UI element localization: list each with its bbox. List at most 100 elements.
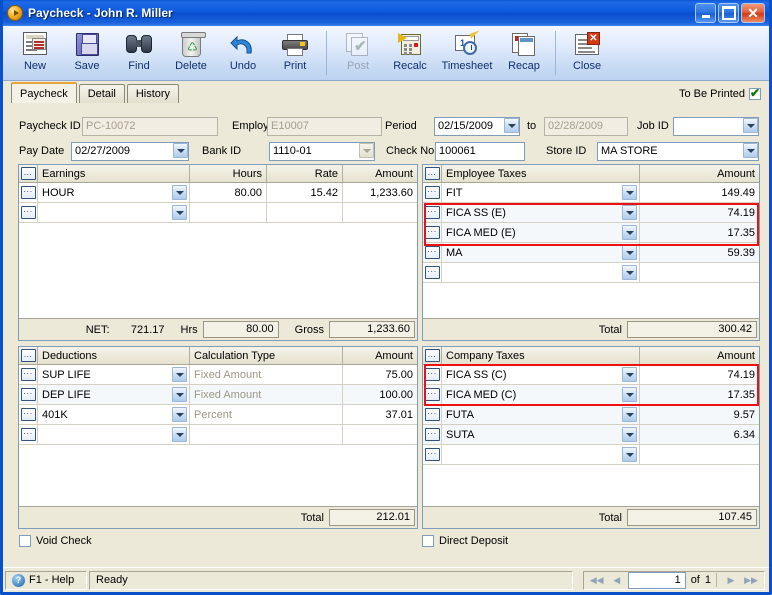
company-tax-cell-name[interactable]: FICA SS (C) [442, 365, 640, 384]
void-check-checkbox[interactable] [19, 535, 31, 547]
company-tax-cell-amount[interactable] [640, 445, 759, 464]
company-tax-dropdown-icon[interactable] [622, 367, 637, 382]
earnings-col-name[interactable]: Earnings [38, 165, 190, 182]
minimize-button[interactable] [695, 3, 716, 23]
company-tax-cell-name[interactable]: FUTA [442, 405, 640, 424]
company-tax-cell-amount[interactable]: 17.35 [640, 385, 759, 404]
employee-tax-dropdown-icon[interactable] [622, 205, 637, 220]
deduction-dropdown-icon[interactable] [172, 367, 187, 382]
company-tax-cell-name[interactable]: FICA MED (C) [442, 385, 640, 404]
row-select-button[interactable]: ··· [19, 385, 38, 404]
nav-prev-icon[interactable]: ◀ [608, 573, 626, 588]
table-row[interactable]: ··· [19, 425, 417, 445]
earnings-cell-amount[interactable] [343, 203, 417, 222]
toolbar-button-delete[interactable]: ♺ Delete [165, 28, 217, 79]
tab-detail[interactable]: Detail [78, 84, 125, 103]
nav-next-icon[interactable]: ▶ [722, 573, 740, 588]
table-row[interactable]: ··· [423, 263, 759, 283]
deductions-select-all-button[interactable]: ... [19, 347, 38, 364]
company-taxes-col-amount[interactable]: Amount [640, 347, 759, 364]
nav-last-icon[interactable]: ▶▶ [742, 573, 760, 588]
row-select-button[interactable]: ··· [19, 203, 38, 222]
toolbar-button-recap[interactable]: Recap [498, 28, 550, 79]
earnings-cell-name[interactable]: HOUR [38, 183, 190, 202]
check-no-field[interactable]: 100061 [435, 142, 525, 161]
table-row[interactable]: ··· MA 59.39 [423, 243, 759, 263]
employee-tax-cell-name[interactable] [442, 263, 640, 282]
company-tax-dropdown-icon[interactable] [622, 447, 637, 462]
company-taxes-select-all-button[interactable]: ... [423, 347, 442, 364]
tab-paycheck[interactable]: Paycheck [11, 82, 77, 103]
employee-tax-dropdown-icon[interactable] [622, 185, 637, 200]
company-tax-cell-name[interactable]: SUTA [442, 425, 640, 444]
company-tax-cell-name[interactable] [442, 445, 640, 464]
company-tax-cell-amount[interactable]: 9.57 [640, 405, 759, 424]
earnings-select-all-button[interactable]: ... [19, 165, 38, 182]
toolbar-button-timesheet[interactable]: 1 Timesheet [436, 28, 498, 79]
toolbar-button-undo[interactable]: Undo [217, 28, 269, 79]
deduction-cell-name[interactable]: 401K [38, 405, 190, 424]
employee-taxes-col-name[interactable]: Employee Taxes [442, 165, 640, 182]
toolbar-button-recalc[interactable]: Recalc [384, 28, 436, 79]
earnings-cell-hours[interactable]: 80.00 [190, 183, 267, 202]
deduction-cell-name[interactable] [38, 425, 190, 444]
employee-tax-dropdown-icon[interactable] [622, 225, 637, 240]
employee-taxes-select-all-button[interactable]: ... [423, 165, 442, 182]
row-select-button[interactable]: ··· [19, 183, 38, 202]
earnings-name-dropdown-icon[interactable] [172, 205, 187, 220]
employee-tax-dropdown-icon[interactable] [622, 265, 637, 280]
row-select-button[interactable]: ··· [423, 203, 442, 222]
deduction-dropdown-icon[interactable] [172, 387, 187, 402]
employee-tax-cell-name[interactable]: FICA SS (E) [442, 203, 640, 222]
store-id-field[interactable]: MA STORE [597, 142, 759, 161]
table-row[interactable]: ··· SUTA 6.34 [423, 425, 759, 445]
earnings-col-rate[interactable]: Rate [267, 165, 343, 182]
earnings-cell-amount[interactable]: 1,233.60 [343, 183, 417, 202]
toolbar-button-new[interactable]: New [9, 28, 61, 79]
toolbar-button-print[interactable]: Print [269, 28, 321, 79]
employee-taxes-col-amount[interactable]: Amount [640, 165, 759, 182]
row-select-button[interactable]: ··· [423, 243, 442, 262]
row-select-button[interactable]: ··· [423, 183, 442, 202]
earnings-cell-rate[interactable] [267, 203, 343, 222]
employee-tax-cell-amount[interactable]: 74.19 [640, 203, 759, 222]
bank-id-dropdown-icon[interactable] [359, 143, 374, 158]
row-select-button[interactable]: ··· [423, 445, 442, 464]
deductions-col-name[interactable]: Deductions [38, 347, 190, 364]
table-row[interactable]: ··· FICA SS (E) 74.19 [423, 203, 759, 223]
deduction-cell-name[interactable]: SUP LIFE [38, 365, 190, 384]
tab-history[interactable]: History [126, 84, 180, 103]
pay-date-dropdown-icon[interactable] [173, 143, 188, 158]
job-id-dropdown-icon[interactable] [743, 118, 758, 133]
earnings-col-hours[interactable]: Hours [190, 165, 267, 182]
deduction-dropdown-icon[interactable] [172, 407, 187, 422]
deduction-cell-amount[interactable]: 75.00 [343, 365, 417, 384]
employee-tax-cell-amount[interactable]: 17.35 [640, 223, 759, 242]
period-from-dropdown-icon[interactable] [504, 118, 519, 133]
earnings-name-dropdown-icon[interactable] [172, 185, 187, 200]
deductions-col-amount[interactable]: Amount [343, 347, 417, 364]
earnings-cell-rate[interactable]: 15.42 [267, 183, 343, 202]
company-tax-dropdown-icon[interactable] [622, 407, 637, 422]
deduction-cell-amount[interactable] [343, 425, 417, 444]
direct-deposit-checkbox[interactable] [422, 535, 434, 547]
table-row[interactable]: ··· DEP LIFE Fixed Amount 100.00 [19, 385, 417, 405]
row-select-button[interactable]: ··· [423, 405, 442, 424]
employee-tax-cell-name[interactable]: FICA MED (E) [442, 223, 640, 242]
table-row[interactable]: ··· [19, 203, 417, 223]
employee-tax-cell-amount[interactable]: 149.49 [640, 183, 759, 202]
deduction-cell-name[interactable]: DEP LIFE [38, 385, 190, 404]
page-number-input[interactable]: 1 [627, 571, 686, 589]
table-row[interactable]: ··· 401K Percent 37.01 [19, 405, 417, 425]
table-row[interactable]: ··· SUP LIFE Fixed Amount 75.00 [19, 365, 417, 385]
pay-date-field[interactable]: 02/27/2009 [71, 142, 189, 161]
company-tax-cell-amount[interactable]: 74.19 [640, 365, 759, 384]
deductions-col-calc[interactable]: Calculation Type [190, 347, 343, 364]
employee-tax-cell-name[interactable]: FIT [442, 183, 640, 202]
row-select-button[interactable]: ··· [423, 263, 442, 282]
close-window-button[interactable]: ✕ [741, 3, 765, 23]
deduction-cell-amount[interactable]: 37.01 [343, 405, 417, 424]
company-tax-dropdown-icon[interactable] [622, 427, 637, 442]
row-select-button[interactable]: ··· [423, 365, 442, 384]
help-cell[interactable]: ? F1 - Help [5, 570, 87, 590]
